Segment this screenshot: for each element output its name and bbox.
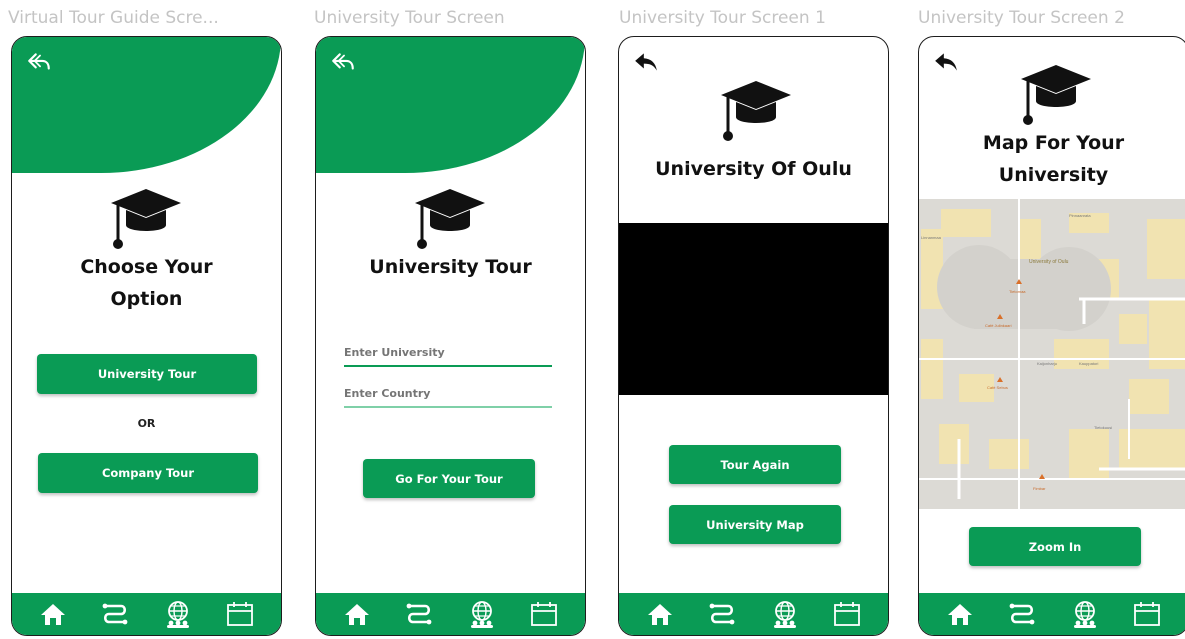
company-tour-button[interactable]: Company Tour — [38, 453, 258, 493]
campus-map-graphic — [919, 199, 1185, 509]
graduation-cap-icon — [721, 81, 791, 141]
page-title: University Tour — [369, 256, 532, 278]
globe-people-icon[interactable] — [770, 599, 800, 629]
bottom-nav — [316, 593, 585, 635]
map-label: Pinnaanrata — [1069, 213, 1091, 218]
page-title-line-2: Option — [110, 288, 183, 310]
university-tour-button[interactable]: University Tour — [37, 354, 257, 394]
calendar-icon[interactable] — [225, 599, 255, 629]
country-input[interactable] — [344, 380, 552, 406]
globe-people-icon[interactable] — [467, 599, 497, 629]
university-map-button[interactable]: University Map — [669, 505, 841, 544]
map-label: Fimbar — [1033, 486, 1046, 491]
phone-university-map: Map For Your University Pinnaanrata Linn… — [918, 36, 1185, 636]
calendar-icon[interactable] — [529, 599, 559, 629]
video-player[interactable] — [619, 223, 888, 395]
home-icon[interactable] — [945, 599, 975, 629]
phone-university-tour: University Tour Go For Your Tour — [315, 36, 586, 636]
page-title-line-2: University — [998, 164, 1109, 186]
map-label: Tietomaa — [1009, 289, 1026, 294]
globe-people-icon[interactable] — [1070, 599, 1100, 629]
calendar-icon[interactable] — [832, 599, 862, 629]
home-icon[interactable] — [342, 599, 372, 629]
frame-label-3: University Tour Screen 1 — [619, 8, 826, 28]
frame-label-1: Virtual Tour Guide Scre... — [8, 8, 219, 28]
map-label: Kauppatori — [1079, 361, 1099, 366]
home-icon[interactable] — [38, 599, 68, 629]
page-title-line-1: Choose Your — [80, 256, 213, 278]
go-for-your-tour-button[interactable]: Go For Your Tour — [363, 459, 535, 498]
map-label: Café Sebus — [987, 385, 1008, 390]
phone-choose-option: Choose Your Option University Tour OR Co… — [11, 36, 282, 636]
home-icon[interactable] — [645, 599, 675, 629]
page-title: University Of Oulu — [655, 158, 852, 180]
frame-label-2: University Tour Screen — [314, 8, 505, 28]
graduation-cap-icon — [415, 189, 485, 249]
bottom-nav — [12, 593, 281, 635]
map-label: Café Julinkaari — [985, 323, 1012, 328]
campus-map[interactable]: Pinnaanrata Linnanmaa University of Oulu… — [919, 199, 1185, 509]
frame-label-4: University Tour Screen 2 — [918, 8, 1125, 28]
route-icon[interactable] — [1007, 599, 1037, 629]
page-title-line-1: Map For Your — [982, 132, 1125, 154]
map-label: Tietokuusi — [1094, 425, 1113, 430]
calendar-icon[interactable] — [1132, 599, 1162, 629]
phone-university-oulu: University Of Oulu Tour Again University… — [618, 36, 889, 636]
map-label: Linnanmaa — [921, 235, 941, 240]
back-arrow-icon[interactable] — [330, 49, 356, 75]
globe-people-icon[interactable] — [163, 599, 193, 629]
header-blob — [12, 37, 281, 173]
bottom-nav — [619, 593, 888, 635]
back-arrow-icon[interactable] — [633, 49, 659, 75]
or-divider-text: OR — [137, 417, 156, 430]
map-label: University of Oulu — [1029, 259, 1069, 265]
map-label: Kaijonharju — [1037, 361, 1058, 366]
country-input-underline — [344, 406, 552, 408]
university-input[interactable] — [344, 339, 552, 365]
back-arrow-icon[interactable] — [933, 49, 959, 75]
zoom-in-button[interactable]: Zoom In — [969, 527, 1141, 566]
bottom-nav — [919, 593, 1185, 635]
route-icon[interactable] — [100, 599, 130, 629]
university-input-underline — [344, 365, 552, 367]
graduation-cap-icon — [1021, 65, 1091, 125]
graduation-cap-icon — [111, 189, 181, 249]
tour-again-button[interactable]: Tour Again — [669, 445, 841, 484]
route-icon[interactable] — [707, 599, 737, 629]
route-icon[interactable] — [404, 599, 434, 629]
header-blob — [316, 37, 585, 173]
back-arrow-icon[interactable] — [26, 49, 52, 75]
